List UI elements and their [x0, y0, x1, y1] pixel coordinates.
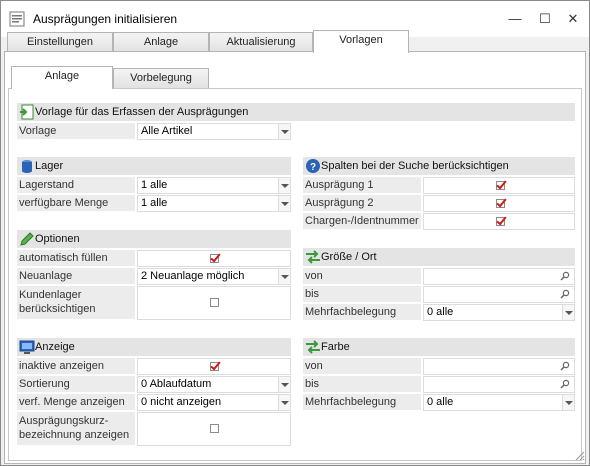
tab-aktualisierung[interactable]: Aktualisierung	[209, 32, 313, 52]
auspraegung-2-label: Ausprägung 2	[303, 195, 421, 212]
lager-section-header: Lager	[17, 157, 291, 175]
automatisch-fuellen-checkbox[interactable]	[210, 254, 219, 263]
app-icon	[9, 11, 25, 27]
groesse-mehrfachbelegung-select[interactable]: 0 alle	[423, 304, 575, 321]
vorlage-label: Vorlage	[17, 123, 135, 140]
automatisch-fuellen-field	[137, 250, 291, 267]
auspraegungskurz-field	[137, 412, 291, 446]
optionen-section-header: Optionen	[17, 230, 291, 248]
search-icon[interactable]	[560, 361, 570, 371]
groesse-ort-section-header: Größe / Ort	[303, 248, 575, 266]
verf-menge-anzeigen-label: verf. Menge anzeigen	[17, 394, 135, 411]
chargen-identnummer-checkbox[interactable]	[496, 217, 505, 226]
vorlagen-panel: Anlage Vorbelegung Vorlage für das Erfas…	[4, 51, 586, 464]
farbe-mehrfachbelegung-select[interactable]: 0 alle	[423, 394, 575, 411]
help-icon: ?	[306, 159, 320, 173]
vorlage-section-header: Vorlage für das Erfassen der Ausprägunge…	[17, 103, 575, 121]
close-button[interactable]: ✕	[559, 7, 587, 31]
tab-anlage[interactable]: Anlage	[113, 32, 209, 52]
subtab-vorbelegung[interactable]: Vorbelegung	[113, 68, 209, 88]
verfuegbare-menge-label: verfügbare Menge	[17, 195, 135, 212]
arrows-icon	[306, 250, 320, 264]
auspraegung-1-checkbox[interactable]	[496, 181, 505, 190]
chevron-down-icon[interactable]	[278, 395, 290, 410]
groesse-bis-label: bis	[303, 286, 421, 303]
lagerstand-label: Lagerstand	[17, 177, 135, 194]
pencil-icon	[20, 232, 34, 246]
maximize-button[interactable]: ☐	[531, 7, 559, 31]
lagerstand-select[interactable]: 1 alle	[137, 177, 291, 194]
chevron-down-icon[interactable]	[562, 305, 574, 320]
anlage-panel: Vorlage für das Erfassen der Ausprägunge…	[8, 88, 582, 461]
groesse-bis-input[interactable]	[423, 286, 575, 303]
kundenlager-label: Kundenlager berücksichtigen	[17, 286, 135, 320]
auspraegung-2-field	[423, 195, 575, 212]
kundenlager-field	[137, 286, 291, 320]
chevron-down-icon[interactable]	[278, 269, 290, 284]
chevron-down-icon[interactable]	[278, 178, 290, 193]
minimize-button[interactable]: —	[501, 7, 529, 31]
verfuegbare-menge-select[interactable]: 1 alle	[137, 195, 291, 212]
dialog-window: Ausprägungen initialisieren — ☐ ✕ Einste…	[0, 0, 590, 466]
inaktive-anzeigen-field	[137, 358, 291, 375]
inaktive-anzeigen-label: inaktive anzeigen	[17, 358, 135, 375]
spalten-section-header: ? Spalten bei der Suche berücksichtigen	[303, 157, 575, 175]
verf-menge-anzeigen-select[interactable]: 0 nicht anzeigen	[137, 394, 291, 411]
search-icon[interactable]	[560, 289, 570, 299]
neuanlage-label: Neuanlage	[17, 268, 135, 285]
groesse-mehrfachbelegung-label: Mehrfachbelegung	[303, 304, 421, 321]
chevron-down-icon[interactable]	[278, 196, 290, 211]
farbe-section-header: Farbe	[303, 338, 575, 356]
sortierung-select[interactable]: 0 Ablaufdatum	[137, 376, 291, 393]
svg-text:?: ?	[310, 162, 316, 173]
tab-vorlagen[interactable]: Vorlagen	[313, 30, 409, 53]
kundenlager-checkbox[interactable]	[210, 298, 219, 307]
monitor-icon	[19, 340, 35, 354]
farbe-von-label: von	[303, 358, 421, 375]
auspraegung-1-field	[423, 177, 575, 194]
farbe-von-input[interactable]	[423, 358, 575, 375]
storage-icon	[22, 160, 32, 173]
auspraegungskurz-checkbox[interactable]	[210, 424, 219, 433]
auspraegung-2-checkbox[interactable]	[496, 199, 505, 208]
neuanlage-select[interactable]: 2 Neuanlage möglich	[137, 268, 291, 285]
farbe-mehrfachbelegung-label: Mehrfachbelegung	[303, 394, 421, 411]
automatisch-fuellen-label: automatisch füllen	[17, 250, 135, 267]
tab-einstellungen[interactable]: Einstellungen	[7, 32, 113, 52]
groesse-von-label: von	[303, 268, 421, 285]
groesse-von-input[interactable]	[423, 268, 575, 285]
search-icon[interactable]	[560, 379, 570, 389]
subtab-anlage[interactable]: Anlage	[11, 66, 113, 89]
search-icon[interactable]	[560, 271, 570, 281]
farbe-bis-label: bis	[303, 376, 421, 393]
template-icon	[20, 104, 34, 120]
resize-grip-icon[interactable]	[573, 449, 585, 461]
chargen-identnummer-field	[423, 213, 575, 230]
farbe-bis-input[interactable]	[423, 376, 575, 393]
chevron-down-icon[interactable]	[278, 124, 290, 139]
chargen-identnummer-label: Chargen-/Identnummer	[303, 213, 421, 230]
arrows-icon	[306, 340, 320, 354]
auspraegungskurz-label: Ausprägungskurz-bezeichnung anzeigen	[17, 412, 135, 446]
anzeige-section-header: Anzeige	[17, 338, 291, 356]
auspraegung-1-label: Ausprägung 1	[303, 177, 421, 194]
sortierung-label: Sortierung	[17, 376, 135, 393]
window-title: Ausprägungen initialisieren	[33, 12, 178, 26]
inaktive-anzeigen-checkbox[interactable]	[210, 362, 219, 371]
chevron-down-icon[interactable]	[278, 377, 290, 392]
vorlage-select[interactable]: Alle Artikel	[137, 123, 291, 140]
chevron-down-icon[interactable]	[562, 395, 574, 410]
